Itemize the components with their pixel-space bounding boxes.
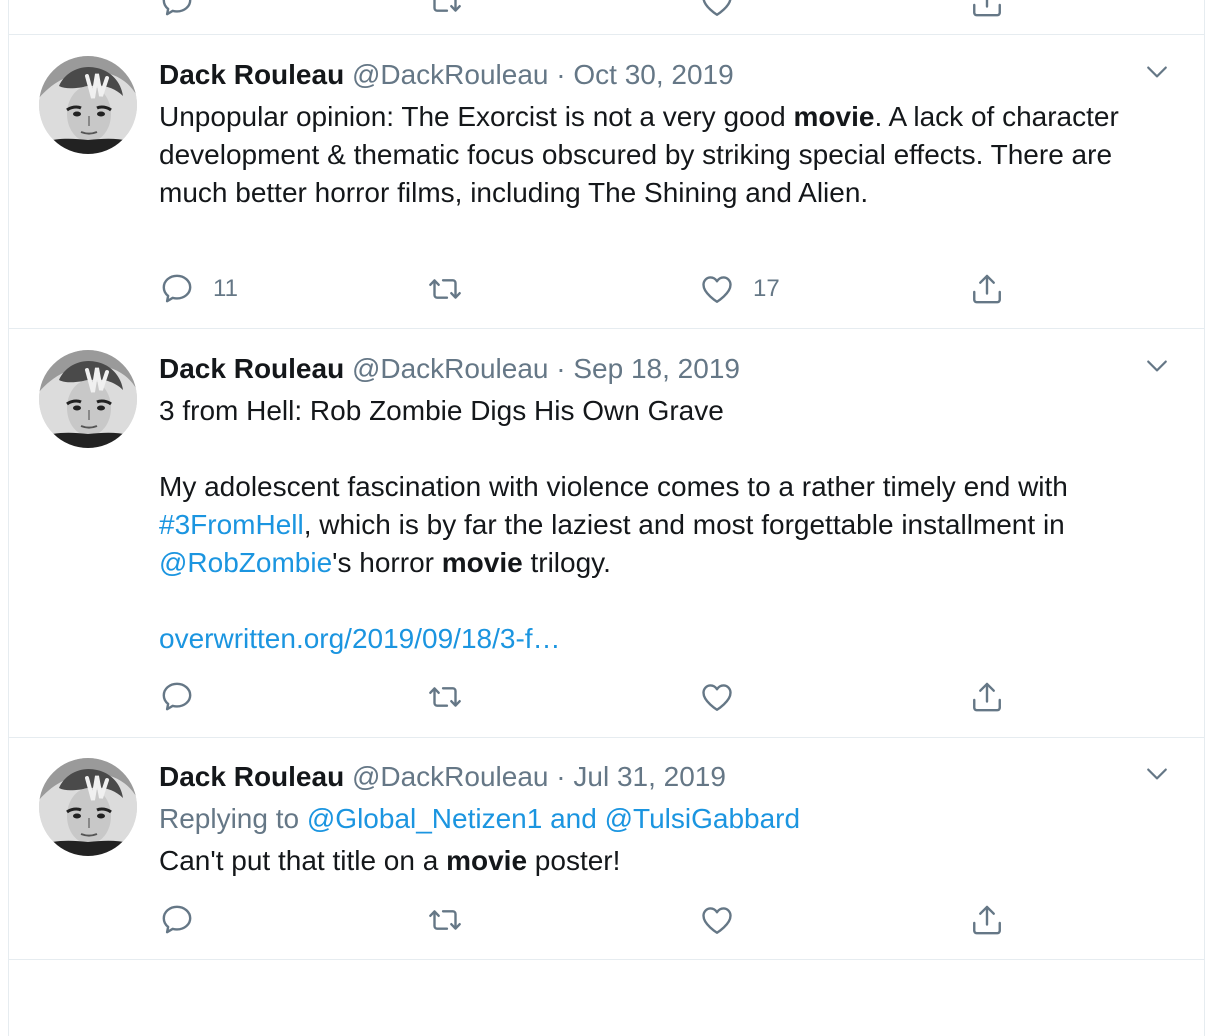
chevron-down-icon[interactable] bbox=[1142, 759, 1172, 789]
tweet-text-part: trilogy. bbox=[522, 547, 611, 578]
tweet[interactable]: Dack Rouleau @DackRouleau · Oct 30, 2019… bbox=[9, 35, 1204, 329]
highlighted-keyword: movie bbox=[793, 101, 875, 132]
retweet-button[interactable] bbox=[427, 0, 463, 22]
timeline: Dack Rouleau @DackRouleau · Oct 30, 2019… bbox=[8, 0, 1205, 1036]
share-button[interactable] bbox=[969, 269, 1005, 309]
tweet-date[interactable]: Sep 18, 2019 bbox=[573, 353, 740, 384]
tweet-text-part: 's horror bbox=[332, 547, 442, 578]
avatar[interactable] bbox=[39, 758, 137, 856]
like-count: 17 bbox=[753, 275, 780, 302]
reply-count: 11 bbox=[213, 275, 238, 302]
tweet-text-part: Unpopular opinion: The Exorcist is not a… bbox=[159, 101, 794, 132]
tweet-text-part: My adolescent fascination with violence … bbox=[159, 471, 1068, 502]
mention-link[interactable]: @RobZombie bbox=[159, 547, 332, 578]
tweet-header: Dack Rouleau @DackRouleau · Oct 30, 2019 bbox=[159, 56, 734, 94]
replying-to-users[interactable]: @Global_Netizen1 and @TulsiGabbard bbox=[307, 803, 800, 834]
chevron-down-icon[interactable] bbox=[1142, 351, 1172, 381]
retweet-button[interactable] bbox=[427, 900, 463, 940]
tweet-header: Dack Rouleau @DackRouleau · Jul 31, 2019 bbox=[159, 758, 726, 796]
reply-button[interactable]: 11 bbox=[159, 269, 238, 309]
share-icon bbox=[969, 679, 1005, 715]
retweet-icon bbox=[427, 902, 463, 938]
tweet[interactable]: Dack Rouleau @DackRouleau · Sep 18, 2019… bbox=[9, 329, 1204, 738]
tweet[interactable]: Dack Rouleau @DackRouleau · Jul 31, 2019… bbox=[9, 738, 1204, 960]
tweet-text-part: , which is by far the laziest and most f… bbox=[303, 509, 1065, 540]
reply-icon bbox=[159, 0, 195, 20]
share-icon bbox=[969, 0, 1005, 20]
replying-to-label: Replying to bbox=[159, 803, 307, 834]
user-name[interactable]: Dack Rouleau bbox=[159, 353, 344, 384]
separator-dot: · bbox=[556, 353, 566, 384]
timeline-empty-area bbox=[9, 960, 1204, 1036]
share-icon bbox=[969, 271, 1005, 307]
replying-to-line: Replying to @Global_Netizen1 and @TulsiG… bbox=[159, 800, 1179, 838]
tweet-title-line: 3 from Hell: Rob Zombie Digs His Own Gra… bbox=[159, 395, 724, 426]
like-icon bbox=[699, 679, 735, 715]
share-button[interactable] bbox=[969, 0, 1005, 22]
highlighted-keyword: movie bbox=[446, 845, 528, 876]
tweet-date[interactable]: Jul 31, 2019 bbox=[573, 761, 726, 792]
retweet-button[interactable] bbox=[427, 677, 463, 717]
highlighted-keyword: movie bbox=[441, 547, 523, 578]
user-name[interactable]: Dack Rouleau bbox=[159, 59, 344, 90]
reply-button[interactable] bbox=[159, 0, 195, 22]
avatar[interactable] bbox=[39, 56, 137, 154]
like-icon bbox=[699, 0, 735, 20]
chevron-down-icon[interactable] bbox=[1142, 57, 1172, 87]
separator-dot: · bbox=[556, 59, 566, 90]
retweet-button[interactable] bbox=[427, 269, 481, 309]
avatar[interactable] bbox=[39, 350, 137, 448]
reply-button[interactable] bbox=[159, 900, 195, 940]
like-icon bbox=[699, 902, 735, 938]
user-name[interactable]: Dack Rouleau bbox=[159, 761, 344, 792]
user-handle[interactable]: @DackRouleau bbox=[352, 761, 549, 792]
like-icon bbox=[699, 271, 735, 307]
reply-icon bbox=[159, 679, 195, 715]
share-button[interactable] bbox=[969, 900, 1005, 940]
retweet-icon bbox=[427, 271, 463, 307]
separator-dot: · bbox=[556, 761, 566, 792]
tweet-actions bbox=[159, 677, 1039, 717]
retweet-icon bbox=[427, 0, 463, 20]
reply-icon bbox=[159, 271, 195, 307]
tweet-header: Dack Rouleau @DackRouleau · Sep 18, 2019 bbox=[159, 350, 740, 388]
user-handle[interactable]: @DackRouleau bbox=[352, 59, 549, 90]
like-button[interactable] bbox=[699, 0, 735, 22]
like-button[interactable] bbox=[699, 900, 735, 940]
tweet-text-part: poster! bbox=[527, 845, 621, 876]
tweet-actions bbox=[159, 900, 1039, 940]
like-button[interactable]: 17 bbox=[699, 269, 780, 309]
reply-button[interactable] bbox=[159, 677, 195, 717]
url-link[interactable]: overwritten.org/2019/09/18/3-f… bbox=[159, 620, 1179, 658]
previous-tweet-fragment bbox=[9, 0, 1204, 35]
tweet-actions: 11 17 bbox=[159, 269, 1039, 309]
tweet-text: Unpopular opinion: The Exorcist is not a… bbox=[159, 98, 1179, 212]
retweet-icon bbox=[427, 679, 463, 715]
share-button[interactable] bbox=[969, 677, 1005, 717]
hashtag-link[interactable]: #3FromHell bbox=[159, 509, 304, 540]
tweet-paragraph: My adolescent fascination with violence … bbox=[159, 468, 1179, 582]
tweet-text: 3 from Hell: Rob Zombie Digs His Own Gra… bbox=[159, 392, 1179, 658]
like-button[interactable] bbox=[699, 677, 735, 717]
share-icon bbox=[969, 902, 1005, 938]
reply-icon bbox=[159, 902, 195, 938]
tweet-text-part: Can't put that title on a bbox=[159, 845, 447, 876]
tweet-paragraph: Can't put that title on a movie poster! bbox=[159, 842, 1179, 880]
user-handle[interactable]: @DackRouleau bbox=[352, 353, 549, 384]
tweet-date[interactable]: Oct 30, 2019 bbox=[573, 59, 733, 90]
tweet-text: Replying to @Global_Netizen1 and @TulsiG… bbox=[159, 800, 1179, 880]
